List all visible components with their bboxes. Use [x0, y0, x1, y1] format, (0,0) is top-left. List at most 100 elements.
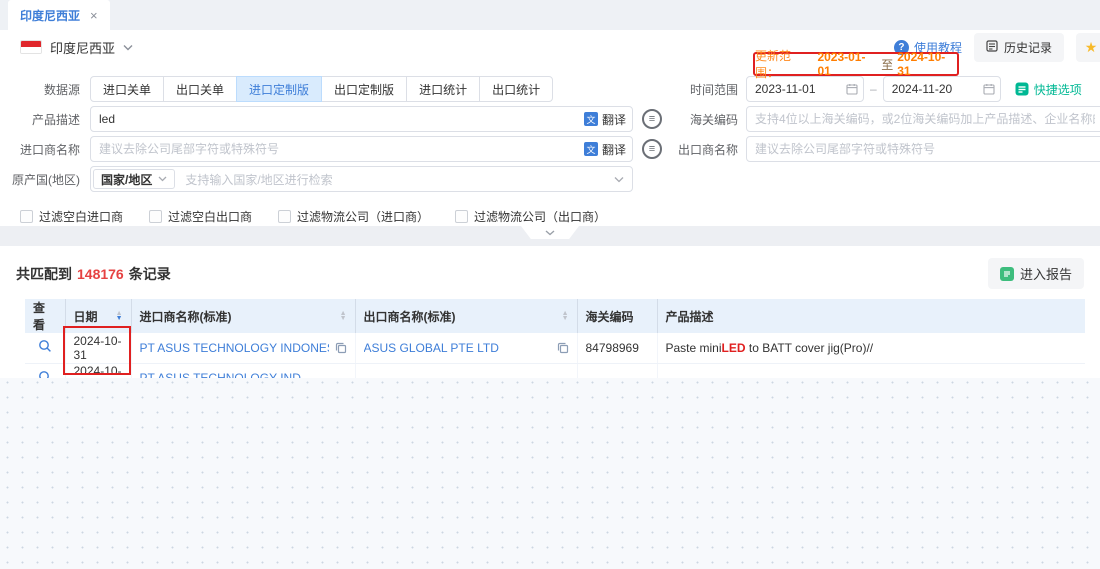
filter-checkbox-row: 过滤空白进口商 过滤空白出口商 过滤物流公司（进口商） 过滤物流公司（出口商）	[0, 208, 668, 225]
update-range-from: 2023-01-01	[817, 50, 877, 78]
date-to-field[interactable]	[883, 76, 1001, 102]
country-region-select[interactable]: 国家/地区	[93, 169, 175, 189]
record-count: 148176	[77, 266, 124, 282]
importer-link[interactable]: PT ASUS TECHNOLOGY IND	[140, 371, 301, 378]
panel-gap	[0, 226, 1100, 246]
indonesia-flag-icon	[20, 40, 42, 54]
translate-icon: 文	[584, 142, 598, 156]
product-desc-row: 产品描述 文 翻译 ≡	[0, 104, 668, 134]
translate-button[interactable]: 文 翻译	[580, 141, 626, 158]
filter-panel: 数据源 进口关单 出口关单 进口定制版 出口定制版 进口统计 出口统计 产品描述…	[0, 64, 1100, 226]
calendar-icon	[983, 83, 995, 95]
copy-icon[interactable]	[335, 342, 347, 354]
update-range-to-word: 至	[881, 56, 893, 73]
checkbox[interactable]	[20, 210, 33, 223]
checkbox-filter-logistics-exporter[interactable]: 过滤物流公司（出口商）	[455, 208, 606, 225]
quick-options-button[interactable]: 快捷选项	[1015, 81, 1082, 98]
date-separator: –	[870, 82, 877, 96]
star-icon: ★	[1085, 39, 1098, 56]
data-source-label: 数据源	[0, 81, 90, 98]
country-selector[interactable]: 印度尼西亚	[20, 38, 133, 57]
country-name: 印度尼西亚	[50, 38, 115, 57]
tab-indonesia[interactable]: 印度尼西亚 ×	[8, 0, 110, 30]
chevron-down-icon	[123, 44, 133, 51]
origin-country-combo[interactable]: 国家/地区 支持输入国家/地区进行检索	[90, 166, 633, 192]
sort-icon[interactable]: ▲▼	[116, 311, 123, 321]
checkbox[interactable]	[278, 210, 291, 223]
history-icon	[986, 40, 998, 55]
view-details-icon[interactable]	[38, 370, 52, 379]
exporter-link[interactable]: ASUS GLOBAL PTE LTD	[364, 341, 499, 355]
update-range-to: 2024-10-31	[897, 50, 957, 78]
col-importer: 进口商名称(标准)▲▼	[131, 299, 355, 333]
translate-icon: 文	[584, 112, 598, 126]
enter-report-button[interactable]: 进入报告	[988, 258, 1084, 289]
product-desc-input[interactable]	[90, 106, 633, 132]
tab-close-icon[interactable]: ×	[90, 8, 98, 23]
tab-bar: 印度尼西亚 ×	[0, 0, 1100, 30]
table-header-row: 查看 日期▲▼ 进口商名称(标准)▲▼ 出口商名称(标准)▲▼ 海关编码 产品描…	[25, 299, 1085, 333]
importer-label: 进口商名称	[0, 141, 90, 158]
time-range-row: 时间范围 – 快捷选项	[668, 74, 1100, 104]
exporter-row: 出口商名称	[668, 134, 1100, 164]
chevron-down-icon	[614, 176, 624, 183]
importer-row: 进口商名称 文 翻译 ≡	[0, 134, 668, 164]
date-cell: 2024-10-31	[65, 333, 131, 363]
col-view: 查看	[25, 299, 65, 333]
col-product-desc: 产品描述	[657, 299, 1085, 333]
history-button[interactable]: 历史记录	[974, 33, 1064, 62]
checkbox-filter-blank-importer[interactable]: 过滤空白进口商	[20, 208, 123, 225]
copy-icon[interactable]	[557, 342, 569, 354]
sort-icon[interactable]: ▲▼	[340, 311, 347, 321]
chevron-down-icon	[545, 230, 555, 236]
results-panel: 共匹配到148176条记录 进入报告 查看 日期▲▼ 进口商名称(标准)▲▼ 出…	[0, 246, 1100, 378]
update-range-label: 更新范围：	[755, 47, 813, 81]
table-row[interactable]: 2024-10-31 PT ASUS TECHNOLOGY INDONESIA …	[25, 333, 1085, 363]
hs-code-cell: 84798969	[577, 333, 657, 363]
history-list-circle-icon[interactable]: ≡	[642, 139, 662, 159]
importer-link[interactable]: PT ASUS TECHNOLOGY INDONESIA BA...	[140, 341, 329, 355]
translate-button[interactable]: 文 翻译	[580, 111, 626, 128]
history-label: 历史记录	[1004, 39, 1052, 56]
view-details-icon[interactable]	[38, 339, 52, 353]
exporter-input[interactable]	[746, 136, 1100, 162]
col-date: 日期▲▼	[65, 299, 131, 333]
collapse-panel-handle[interactable]	[521, 226, 579, 239]
update-range-annotation: 更新范围： 2023-01-01 至 2024-10-31	[753, 52, 959, 76]
hs-code-input[interactable]	[746, 106, 1100, 132]
date-cell: 2024-10-31	[65, 363, 131, 378]
hs-code-label: 海关编码	[668, 111, 746, 128]
report-icon	[1000, 267, 1014, 281]
calendar-icon	[846, 83, 858, 95]
product-desc-label: 产品描述	[0, 111, 90, 128]
chevron-down-icon	[158, 176, 167, 182]
data-source-row: 数据源 进口关单 出口关单 进口定制版 出口定制版 进口统计 出口统计	[0, 74, 668, 104]
checkbox[interactable]	[149, 210, 162, 223]
checkbox-filter-logistics-importer[interactable]: 过滤物流公司（进口商）	[278, 208, 429, 225]
history-list-circle-icon[interactable]: ≡	[642, 109, 662, 129]
tab-label: 印度尼西亚	[20, 7, 80, 24]
col-exporter: 出口商名称(标准)▲▼	[355, 299, 577, 333]
tab-import-statistics[interactable]: 进口统计	[406, 76, 480, 102]
tab-export-statistics[interactable]: 出口统计	[479, 76, 553, 102]
table-row[interactable]: 2024-10-31 PT ASUS TECHNOLOGY IND	[25, 363, 1085, 378]
tab-import-custom[interactable]: 进口定制版	[236, 76, 322, 102]
data-source-segmented-control: 进口关单 出口关单 进口定制版 出口定制版 进口统计 出口统计	[90, 76, 553, 102]
tab-export-declarations[interactable]: 出口关单	[163, 76, 237, 102]
sort-icon[interactable]: ▲▼	[562, 311, 569, 321]
time-range-label: 时间范围	[668, 81, 746, 98]
origin-placeholder: 支持输入国家/地区进行检索	[185, 171, 614, 188]
exporter-label: 出口商名称	[668, 141, 746, 158]
checkbox-filter-blank-exporter[interactable]: 过滤空白出口商	[149, 208, 252, 225]
origin-label: 原产国(地区)	[0, 171, 90, 188]
tab-import-declarations[interactable]: 进口关单	[90, 76, 164, 102]
origin-country-row: 原产国(地区) 国家/地区 支持输入国家/地区进行检索	[0, 164, 668, 194]
product-desc-cell: Paste miniLED to BATT cover jig(Pro)//	[657, 333, 1085, 363]
quick-options-icon	[1015, 82, 1029, 96]
importer-input[interactable]	[90, 136, 633, 162]
results-table: 查看 日期▲▼ 进口商名称(标准)▲▼ 出口商名称(标准)▲▼ 海关编码 产品描…	[25, 299, 1085, 378]
tab-export-custom[interactable]: 出口定制版	[321, 76, 407, 102]
favorite-star-button[interactable]: ★	[1076, 33, 1100, 62]
checkbox[interactable]	[455, 210, 468, 223]
match-count-text: 共匹配到148176条记录	[16, 264, 171, 284]
